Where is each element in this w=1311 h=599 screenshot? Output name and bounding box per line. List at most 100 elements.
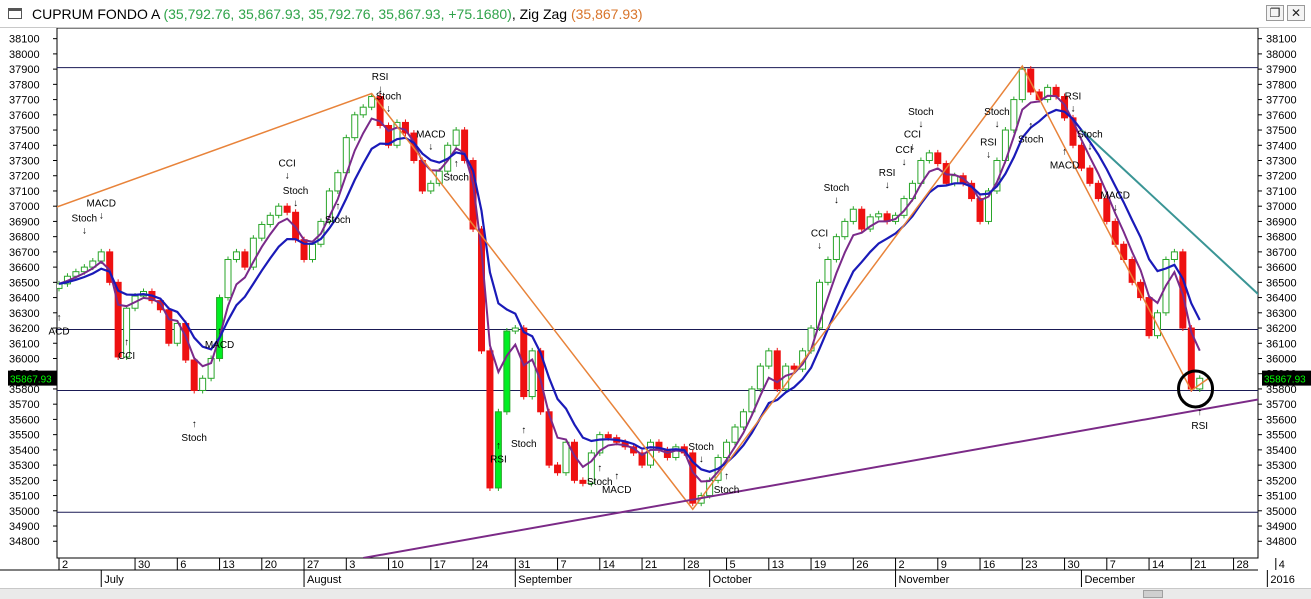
signal-up-arrow-icon: ↑: [454, 159, 459, 170]
x-day-label: 7: [1110, 559, 1116, 571]
signal-down-arrow-icon: ↓: [986, 149, 991, 160]
x-day-label: 14: [1152, 559, 1164, 571]
y-tick-label-right: 36200: [1266, 323, 1297, 335]
y-tick-label-left: 37900: [9, 64, 40, 76]
x-month-label: August: [307, 574, 341, 586]
y-tick-label-right: 36000: [1266, 353, 1297, 365]
x-day-label: 19: [814, 559, 826, 571]
candle-body: [283, 205, 291, 213]
signal-up-arrow-icon: ↑: [1062, 146, 1067, 157]
signal-label: Stoch: [984, 107, 1010, 118]
y-tick-label-left: 37100: [9, 186, 40, 198]
signal-down-arrow-icon: ↓: [918, 119, 923, 130]
x-day-label: 27: [307, 559, 319, 571]
y-tick-label-left: 38100: [9, 34, 40, 46]
signal-label: MACD: [1101, 191, 1130, 202]
y-tick-label-left: 35300: [9, 460, 40, 472]
candle-body: [875, 213, 883, 218]
indicator-value: (35,867.93): [570, 6, 643, 22]
y-tick-label-right: 37900: [1266, 64, 1297, 76]
candle-body: [951, 175, 959, 184]
signal-up-arrow-icon: ↑: [335, 201, 340, 212]
x-day-label: 30: [1068, 559, 1080, 571]
plot-area: [56, 28, 1259, 559]
candle-body: [241, 251, 249, 268]
y-tick-label-right: 37100: [1266, 186, 1297, 198]
candle-body: [511, 327, 519, 332]
candle-body: [824, 258, 832, 283]
y-tick-label-left: 36200: [9, 323, 40, 335]
candle-body: [486, 350, 494, 489]
y-tick-label-right: 37600: [1266, 110, 1297, 122]
y-tick-label-right: 37500: [1266, 125, 1297, 137]
symbol-name: CUPRUM FONDO A: [32, 6, 160, 22]
x-day-label: 9: [941, 559, 947, 571]
candle-body: [604, 434, 612, 439]
y-tick-label-right: 38100: [1266, 34, 1297, 46]
scroll-thumb[interactable]: [1143, 590, 1163, 598]
x-day-label: 3: [349, 559, 355, 571]
signal-down-arrow-icon: ↓: [82, 226, 87, 237]
signal-label: CCI: [118, 351, 135, 362]
x-day-label: 4: [1279, 559, 1285, 571]
candle-body: [1077, 144, 1085, 169]
candle-body: [841, 220, 849, 238]
y-tick-label-right: 35100: [1266, 491, 1297, 503]
x-day-label: 13: [772, 559, 784, 571]
candle-body: [351, 114, 359, 139]
y-tick-label-left: 36900: [9, 216, 40, 228]
horizontal-scrollbar[interactable]: ◀: [0, 588, 1311, 599]
x-day-label: 26: [856, 559, 868, 571]
y-tick-label-right: 34900: [1266, 521, 1297, 533]
last-price-label-left: 35867.93: [10, 375, 52, 386]
ohlc-values: (35,792.76, 35,867.93, 35,792.76, 35,867…: [163, 6, 512, 22]
signal-label: Stoch: [824, 183, 850, 194]
y-tick-label-left: 35500: [9, 430, 40, 442]
y-tick-label-left: 35100: [9, 491, 40, 503]
restore-button[interactable]: ❐: [1266, 5, 1284, 21]
y-tick-label-left: 35000: [9, 506, 40, 518]
candle-body: [258, 223, 266, 239]
y-tick-label-left: 37400: [9, 140, 40, 152]
candle-body: [266, 214, 274, 225]
signal-label: Stoch: [688, 442, 714, 453]
y-tick-label-left: 36100: [9, 338, 40, 350]
y-tick-label-right: 37700: [1266, 95, 1297, 107]
signal-down-arrow-icon: ↓: [699, 454, 704, 465]
candle-body: [731, 426, 739, 443]
signal-up-arrow-icon: ↑: [724, 471, 729, 482]
close-button[interactable]: ✕: [1287, 5, 1305, 21]
y-tick-label-right: 36800: [1266, 232, 1297, 244]
candle-body: [503, 330, 511, 413]
candle-body: [123, 307, 131, 358]
candle-body: [309, 243, 316, 260]
y-tick-label-left: 36300: [9, 308, 40, 320]
y-tick-label-right: 37800: [1266, 79, 1297, 91]
x-day-label: 14: [603, 559, 615, 571]
signal-label: Stoch: [325, 215, 351, 226]
signal-up-arrow-icon: ↑: [1197, 407, 1202, 418]
signal-label: MACD: [602, 485, 631, 496]
x-month-label: 2016: [1270, 574, 1294, 586]
signal-label: Stoch: [511, 439, 537, 450]
signal-down-arrow-icon: ↓: [834, 195, 839, 206]
signal-down-arrow-icon: ↓: [1071, 104, 1076, 115]
y-tick-label-left: 35800: [9, 384, 40, 396]
signal-label: RSI: [490, 454, 507, 465]
signal-down-arrow-icon: ↓: [817, 241, 822, 252]
y-tick-label-right: 37200: [1266, 171, 1297, 183]
signal-label: MACD: [416, 130, 445, 141]
signal-label: Stoch: [72, 214, 98, 225]
title-separator: ,: [511, 6, 516, 22]
x-day-label: 30: [138, 559, 150, 571]
price-chart[interactable]: 34800 34800 34900 34900 35000 35000 35100 35100…: [0, 28, 1311, 588]
candle-body: [1018, 68, 1026, 101]
x-day-label: 17: [434, 559, 446, 571]
x-day-label: 5: [730, 559, 736, 571]
signal-down-arrow-icon: ↓: [910, 142, 915, 153]
signal-down-arrow-icon: ↓: [386, 104, 391, 115]
x-day-label: 21: [645, 559, 657, 571]
candle-body: [224, 258, 232, 299]
signal-down-arrow-icon: ↓: [902, 157, 907, 168]
signal-label: Stoch: [1018, 135, 1044, 146]
